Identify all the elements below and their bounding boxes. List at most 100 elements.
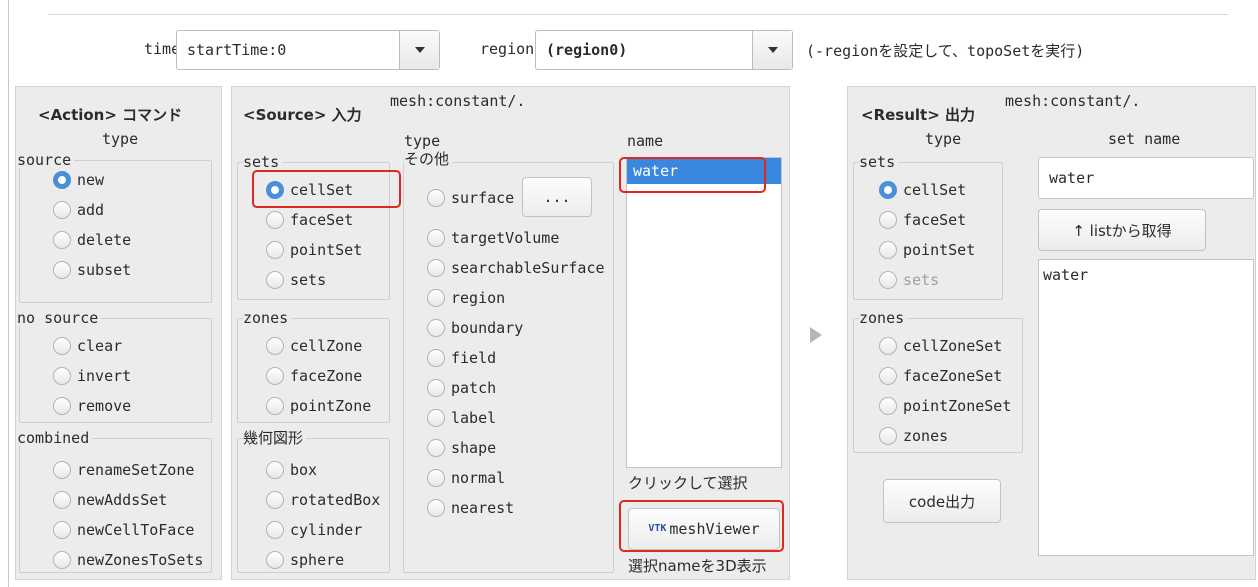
radio-boundary[interactable]: boundary bbox=[427, 317, 523, 339]
radio-icon bbox=[427, 499, 445, 517]
radio-icon bbox=[266, 337, 284, 355]
radio-faceSet[interactable]: faceSet bbox=[266, 209, 353, 231]
radio-renameSetZone[interactable]: renameSetZone bbox=[53, 459, 194, 481]
radio-label[interactable]: label bbox=[427, 407, 496, 429]
radio-icon bbox=[53, 551, 71, 569]
radio-icon bbox=[266, 491, 284, 509]
top-divider bbox=[48, 14, 1228, 15]
radio-sphere[interactable]: sphere bbox=[266, 549, 344, 571]
radio-invert[interactable]: invert bbox=[53, 365, 131, 387]
geo-group-label: 幾何図形 bbox=[243, 430, 307, 446]
radio-zones[interactable]: zones bbox=[879, 425, 948, 447]
result-sets-group: sets cellSet faceSet pointSet sets bbox=[853, 154, 1003, 300]
radio-icon bbox=[427, 469, 445, 487]
region-note: (-regionを設定して、topoSetを実行) bbox=[806, 42, 1085, 60]
radio-targetVolume[interactable]: targetVolume bbox=[427, 227, 559, 249]
radio-icon bbox=[427, 259, 445, 277]
radio-icon bbox=[427, 349, 445, 367]
result-zones-group-label: zones bbox=[859, 310, 908, 326]
sets-group-label: sets bbox=[243, 154, 283, 170]
list-item[interactable]: water bbox=[1043, 266, 1249, 284]
radio-icon bbox=[266, 367, 284, 385]
surface-browse-button[interactable]: ... bbox=[522, 177, 592, 217]
result-title: <Result> 出力 bbox=[861, 106, 976, 124]
name-label: name bbox=[627, 132, 664, 150]
highlight-cellset bbox=[252, 170, 401, 208]
region-dropdown-button[interactable] bbox=[752, 31, 792, 69]
radio-newCellToFace[interactable]: newCellToFace bbox=[53, 519, 194, 541]
combined-group: combined renameSetZone newAddsSet newCel… bbox=[17, 430, 212, 573]
radio-surface[interactable]: surface bbox=[427, 187, 514, 209]
time-combo[interactable]: startTime:0 bbox=[176, 30, 440, 70]
radio-faceZoneSet[interactable]: faceZoneSet bbox=[879, 365, 1002, 387]
radio-remove[interactable]: remove bbox=[53, 395, 131, 417]
radio-delete[interactable]: delete bbox=[53, 229, 131, 251]
radio-icon bbox=[266, 271, 284, 289]
radio-result-pointSet[interactable]: pointSet bbox=[879, 239, 975, 261]
radio-sets[interactable]: sets bbox=[266, 269, 326, 291]
viewer-hint: 選択nameを3D表示 bbox=[628, 557, 767, 575]
source-type-label: type bbox=[404, 132, 441, 150]
result-panel: <Result> 出力 mesh:constant/. type set nam… bbox=[847, 86, 1256, 580]
geo-group: 幾何図形 box rotatedBox cylinder sphere bbox=[237, 430, 390, 573]
radio-searchableSurface[interactable]: searchableSurface bbox=[427, 257, 605, 279]
radio-pointSet[interactable]: pointSet bbox=[266, 239, 362, 261]
radio-icon bbox=[53, 521, 71, 539]
combined-group-label: combined bbox=[17, 430, 93, 446]
arrow-right-icon bbox=[810, 327, 822, 343]
result-zones-group: zones cellZoneSet faceZoneSet pointZoneS… bbox=[853, 310, 1023, 453]
name-list[interactable]: water bbox=[626, 157, 782, 468]
result-list[interactable]: water bbox=[1038, 259, 1254, 556]
radio-result-faceSet[interactable]: faceSet bbox=[879, 209, 966, 231]
nosource-group-label: no source bbox=[17, 310, 102, 326]
chevron-down-icon bbox=[767, 47, 778, 53]
nosource-group: no source clear invert remove bbox=[17, 310, 212, 423]
radio-newAddsSet[interactable]: newAddsSet bbox=[53, 489, 167, 511]
radio-icon bbox=[879, 367, 897, 385]
zones-group: zones cellZone faceZone pointZone bbox=[237, 310, 390, 423]
radio-subset[interactable]: subset bbox=[53, 259, 131, 281]
code-output-button[interactable]: code出力 bbox=[883, 479, 1001, 523]
radio-cellZoneSet[interactable]: cellZoneSet bbox=[879, 335, 1002, 357]
radio-clear[interactable]: clear bbox=[53, 335, 122, 357]
radio-icon bbox=[427, 439, 445, 457]
radio-icon bbox=[53, 367, 71, 385]
radio-icon bbox=[266, 397, 284, 415]
action-title: <Action> コマンド bbox=[38, 106, 183, 124]
radio-checked-icon bbox=[53, 171, 71, 189]
radio-new[interactable]: new bbox=[53, 169, 104, 191]
radio-patch[interactable]: patch bbox=[427, 377, 496, 399]
other-group-label: その他 bbox=[404, 151, 453, 167]
region-combo[interactable]: (region0) bbox=[535, 30, 793, 70]
radio-region[interactable]: region bbox=[427, 287, 505, 309]
radio-icon bbox=[879, 427, 897, 445]
radio-result-sets: sets bbox=[879, 269, 939, 291]
zones-group-label: zones bbox=[243, 310, 292, 326]
radio-box[interactable]: box bbox=[266, 459, 317, 481]
radio-add[interactable]: add bbox=[53, 199, 104, 221]
radio-pointZoneSet[interactable]: pointZoneSet bbox=[879, 395, 1011, 417]
time-dropdown-button[interactable] bbox=[399, 31, 439, 69]
time-value: startTime:0 bbox=[187, 41, 287, 59]
radio-pointZone[interactable]: pointZone bbox=[266, 395, 371, 417]
radio-normal[interactable]: normal bbox=[427, 467, 505, 489]
radio-icon bbox=[879, 397, 897, 415]
action-panel: <Action> コマンド type source new add delete… bbox=[15, 86, 222, 580]
radio-cellZone[interactable]: cellZone bbox=[266, 335, 362, 357]
radio-faceZone[interactable]: faceZone bbox=[266, 365, 362, 387]
radio-newZonesToSets[interactable]: newZonesToSets bbox=[53, 549, 203, 571]
source-group: source new add delete subset bbox=[17, 152, 212, 303]
radio-cylinder[interactable]: cylinder bbox=[266, 519, 362, 541]
radio-shape[interactable]: shape bbox=[427, 437, 496, 459]
list-fetch-button[interactable]: ↑ listから取得 bbox=[1038, 209, 1206, 251]
radio-nearest[interactable]: nearest bbox=[427, 497, 514, 519]
radio-icon bbox=[266, 461, 284, 479]
radio-result-cellSet[interactable]: cellSet bbox=[879, 179, 966, 201]
radio-icon bbox=[266, 241, 284, 259]
radio-rotatedBox[interactable]: rotatedBox bbox=[266, 489, 380, 511]
time-label: time bbox=[144, 40, 181, 58]
source-title: <Source> 入力 bbox=[243, 106, 362, 124]
radio-field[interactable]: field bbox=[427, 347, 496, 369]
setname-input[interactable]: water bbox=[1038, 157, 1254, 199]
radio-icon bbox=[879, 211, 897, 229]
